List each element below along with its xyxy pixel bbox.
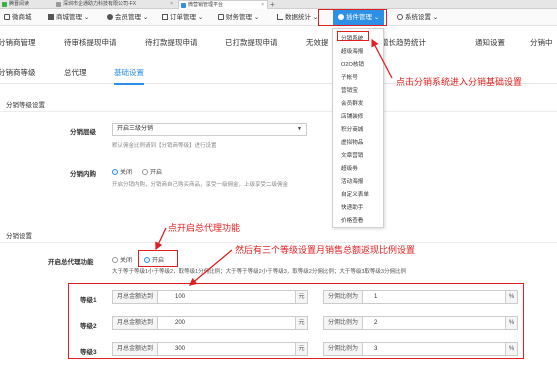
arrow-to-levels (189, 249, 233, 286)
annotation-arrows (155, 38, 393, 286)
arrow-to-agent-on (155, 227, 167, 251)
arrow-to-distribution (371, 38, 393, 79)
